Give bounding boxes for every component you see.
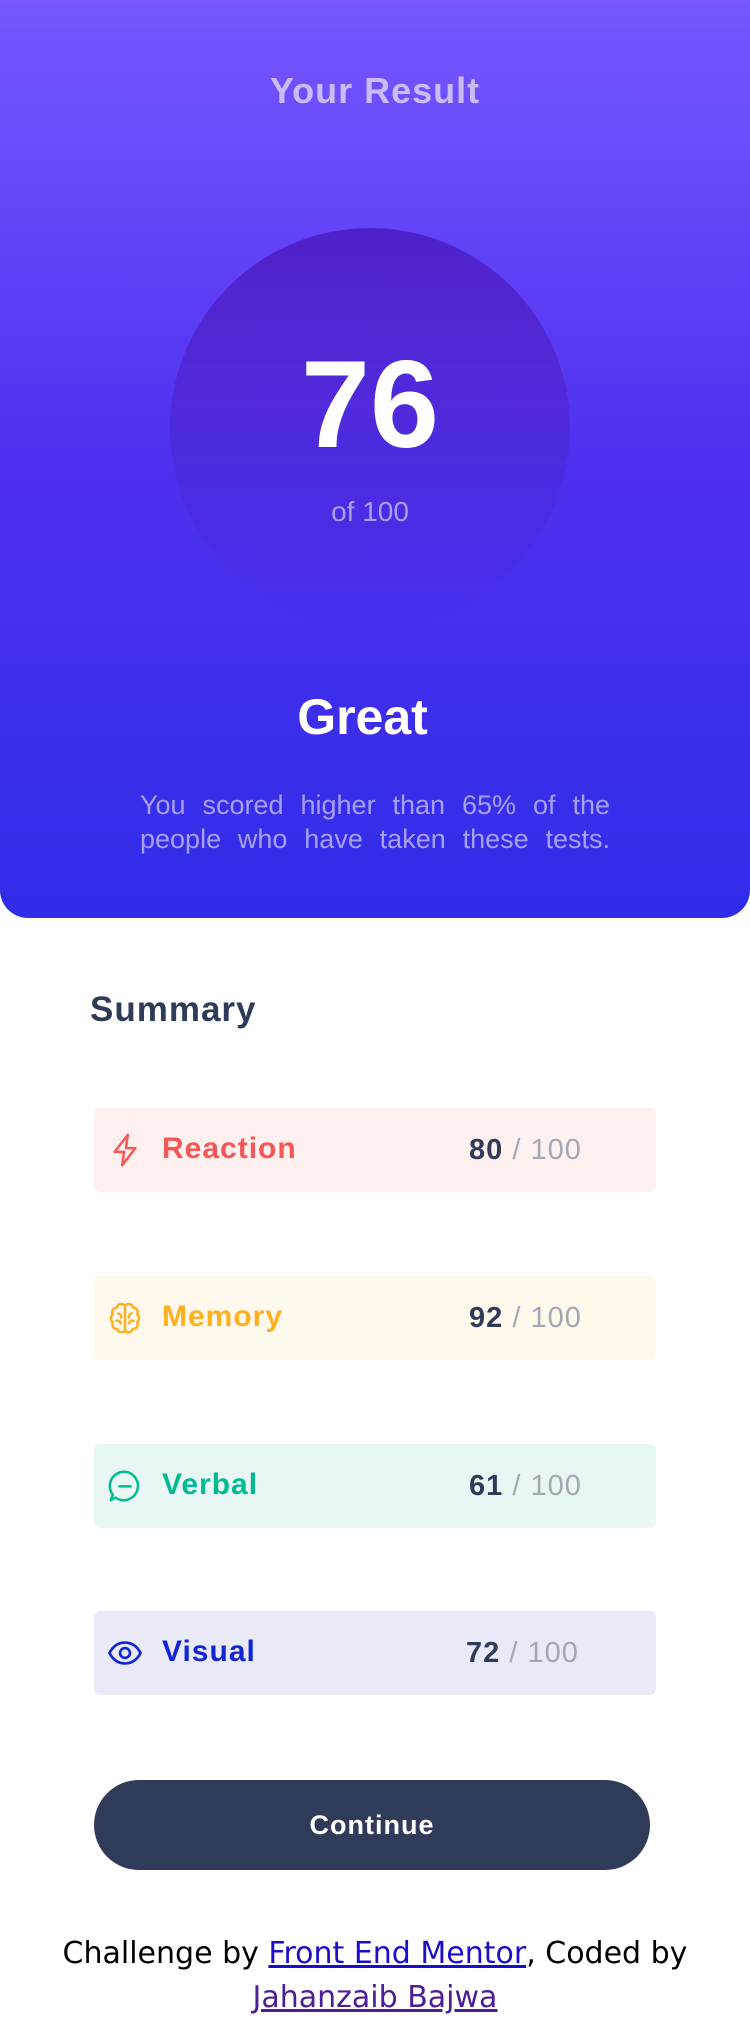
score-total: of 100 <box>331 496 409 527</box>
attribution: Challenge by Front End Mentor, Coded by … <box>0 1932 750 2020</box>
eye-icon <box>106 1634 144 1672</box>
chat-bubble-icon <box>106 1467 144 1505</box>
score-circle: 76 of 100 <box>170 228 570 628</box>
brain-icon <box>106 1299 144 1337</box>
summary-item-score: 80 / 100 <box>469 1134 582 1167</box>
lightning-icon <box>106 1131 144 1169</box>
frontend-mentor-link[interactable]: Front End Mentor <box>268 1936 526 1971</box>
summary-item-score: 72 / 100 <box>466 1637 579 1670</box>
rating-title: Great <box>297 689 428 745</box>
score-max: 100 <box>530 1470 582 1502</box>
summary-item-label: Reaction <box>162 1132 297 1165</box>
summary-item-label: Visual <box>162 1635 256 1668</box>
score-value-reaction: 80 <box>469 1134 504 1166</box>
summary-title: Summary <box>90 990 257 1029</box>
score-max: 100 <box>530 1134 582 1166</box>
summary-item-score: 61 / 100 <box>469 1470 582 1503</box>
score-max: 100 <box>527 1637 579 1669</box>
score-separator: / <box>512 1134 522 1166</box>
author-link[interactable]: Jahanzaib Bajwa <box>253 1980 498 2015</box>
result-heading: Your Result <box>269 70 481 111</box>
attribution-prefix: Challenge by <box>62 1936 269 1971</box>
score-value-verbal: 61 <box>469 1470 504 1502</box>
score-max: 100 <box>530 1302 582 1334</box>
summary-item-verbal: Verbal 61 / 100 <box>94 1444 656 1528</box>
result-panel: Your Result 76 of 100 Great You scored h… <box>0 0 750 918</box>
score-value-memory: 92 <box>469 1302 504 1334</box>
continue-button[interactable]: Continue <box>94 1780 650 1870</box>
summary-item-score: 92 / 100 <box>469 1302 582 1335</box>
summary-item-label: Verbal <box>162 1468 259 1501</box>
summary-item-visual: Visual 72 / 100 <box>94 1611 656 1695</box>
attribution-middle: , Coded by <box>526 1936 688 1971</box>
score-value-visual: 72 <box>466 1637 501 1669</box>
summary-item-memory: Memory 92 / 100 <box>94 1276 656 1360</box>
score-separator: / <box>509 1637 519 1669</box>
summary-item-reaction: Reaction 80 / 100 <box>94 1108 656 1192</box>
score-separator: / <box>512 1302 522 1334</box>
summary-item-label: Memory <box>162 1300 284 1333</box>
score-separator: / <box>512 1470 522 1502</box>
score-value: 76 <box>301 336 439 474</box>
rating-description: You scored higher than 65% of the people… <box>140 790 610 854</box>
